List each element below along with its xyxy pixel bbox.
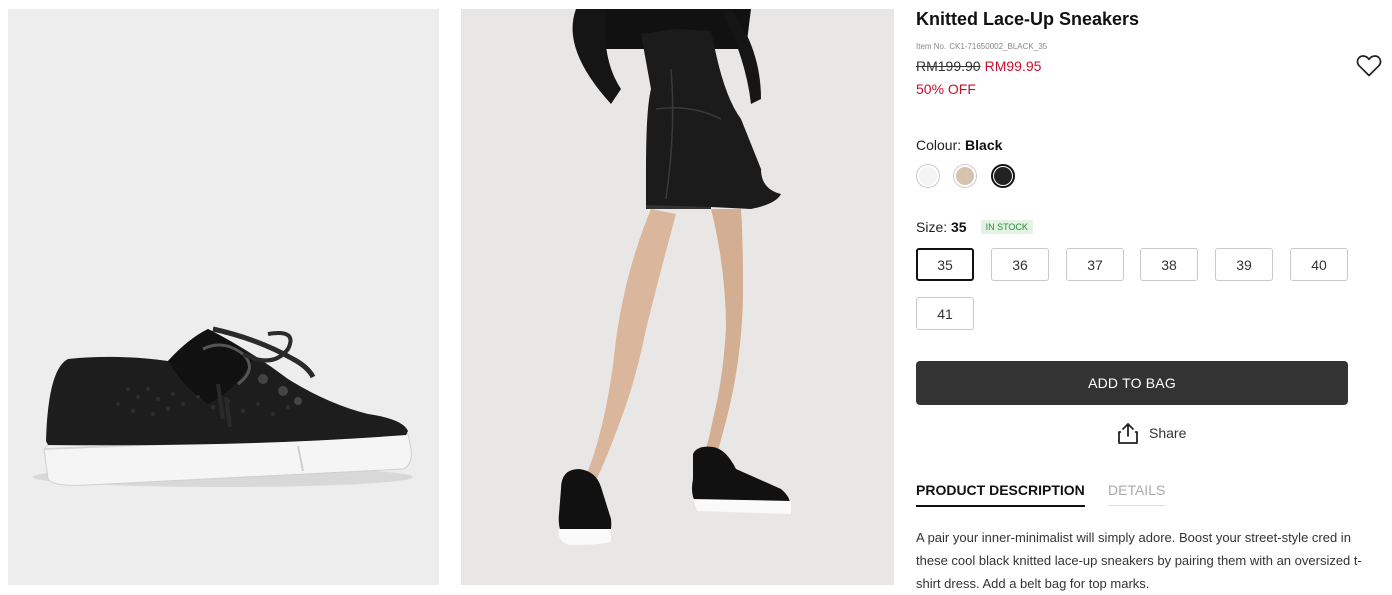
item-number-value: CK1-71650002_BLACK_35 xyxy=(949,42,1048,51)
size-options: 35 36 37 38 39 40 41 xyxy=(916,248,1356,332)
size-label: Size: xyxy=(916,219,948,235)
wishlist-button[interactable] xyxy=(1356,54,1382,78)
size-option[interactable]: 38 xyxy=(1140,248,1198,281)
tab-product-description[interactable]: PRODUCT DESCRIPTION xyxy=(916,482,1085,507)
model-photo xyxy=(461,9,894,585)
size-option[interactable]: 36 xyxy=(991,248,1049,281)
swatch-black[interactable] xyxy=(991,164,1015,188)
product-description-text: A pair your inner-minimalist will simply… xyxy=(916,530,1362,591)
product-image-model[interactable] xyxy=(461,9,894,585)
size-option[interactable]: 35 xyxy=(916,248,974,281)
colour-swatches xyxy=(916,164,1036,190)
share-button[interactable]: Share xyxy=(1116,420,1186,446)
colour-label: Colour: xyxy=(916,137,962,153)
stock-badge: IN STOCK xyxy=(980,220,1033,234)
product-tabs: PRODUCT DESCRIPTION DETAILS xyxy=(916,482,1348,508)
size-option[interactable]: 40 xyxy=(1290,248,1348,281)
selected-size: 35 xyxy=(951,219,967,235)
size-option[interactable]: 41 xyxy=(916,297,974,330)
share-label: Share xyxy=(1149,425,1187,441)
size-option[interactable]: 39 xyxy=(1215,248,1273,281)
price-block: RM199.90 RM99.95 xyxy=(916,58,1041,74)
item-number-label: Item No. xyxy=(916,42,947,51)
heart-icon xyxy=(1356,55,1382,77)
original-price: RM199.90 xyxy=(916,58,981,74)
sale-price: RM99.95 xyxy=(984,58,1042,74)
product-image-main[interactable] xyxy=(8,9,439,585)
swatch-white[interactable] xyxy=(916,164,940,188)
discount-label: 50% OFF xyxy=(916,81,976,97)
tab-details[interactable]: DETAILS xyxy=(1108,482,1166,506)
colour-row: Colour: Black xyxy=(916,137,1002,153)
product-title: Knitted Lace-Up Sneakers xyxy=(916,9,1140,29)
selected-colour: Black xyxy=(965,137,1003,153)
swatch-beige[interactable] xyxy=(953,164,977,188)
product-info-panel: Knitted Lace-Up Sneakers Item No. CK1-716… xyxy=(916,0,1386,595)
add-to-bag-button[interactable]: ADD TO BAG xyxy=(916,361,1348,405)
size-row: Size: 35 IN STOCK xyxy=(916,219,1033,235)
share-icon xyxy=(1118,423,1138,444)
sneaker-photo xyxy=(8,9,439,585)
item-number: Item No. CK1-71650002_BLACK_35 xyxy=(916,42,1047,51)
size-option[interactable]: 37 xyxy=(1066,248,1124,281)
